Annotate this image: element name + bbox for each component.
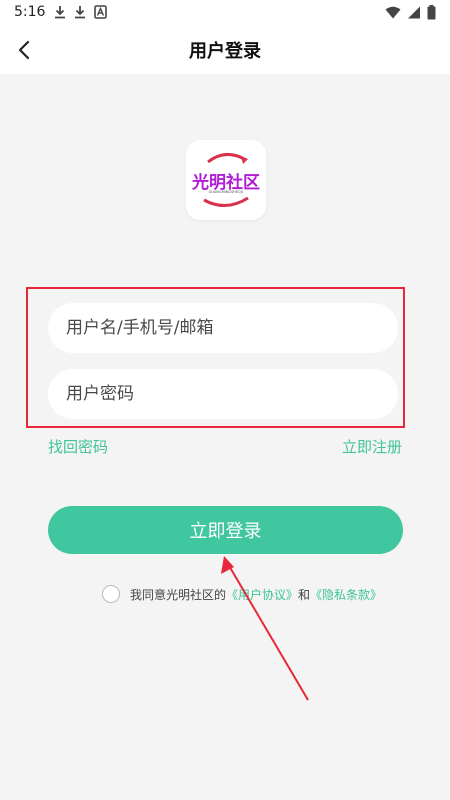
privacy-policy-link[interactable]: 《隐私条款》 [310,586,382,603]
password-input[interactable] [48,369,398,419]
app-notification-icon [94,5,107,19]
app-header: 用户登录 [0,26,450,74]
username-input[interactable] [48,303,398,353]
status-icons-left [54,5,107,19]
status-bar: 5:16 [0,0,450,26]
status-icons-right [385,5,436,20]
agreement-row: 我同意光明社区的 《用户协议》 和 《隐私条款》 [102,585,382,603]
download-icon [55,6,65,19]
wifi-icon [385,6,401,19]
signal-icon [408,6,420,19]
page-title: 用户登录 [189,41,261,62]
agreement-checkbox[interactable] [102,585,120,603]
download-icon [75,6,85,19]
app-logo: 光明社区 GUANGMINGSHEQU [186,140,266,220]
register-link[interactable]: 立即注册 [342,436,402,457]
agreement-and-text: 和 [298,587,311,602]
status-time: 5:16 [14,4,46,20]
agreement-text: 我同意光明社区的 [130,587,227,602]
user-agreement-link[interactable]: 《用户协议》 [226,586,298,603]
login-button[interactable]: 立即登录 [48,506,403,554]
battery-icon [427,5,436,20]
logo-subtext: GUANGMINGSHEQU [208,190,244,194]
forgot-password-link[interactable]: 找回密码 [48,436,108,457]
